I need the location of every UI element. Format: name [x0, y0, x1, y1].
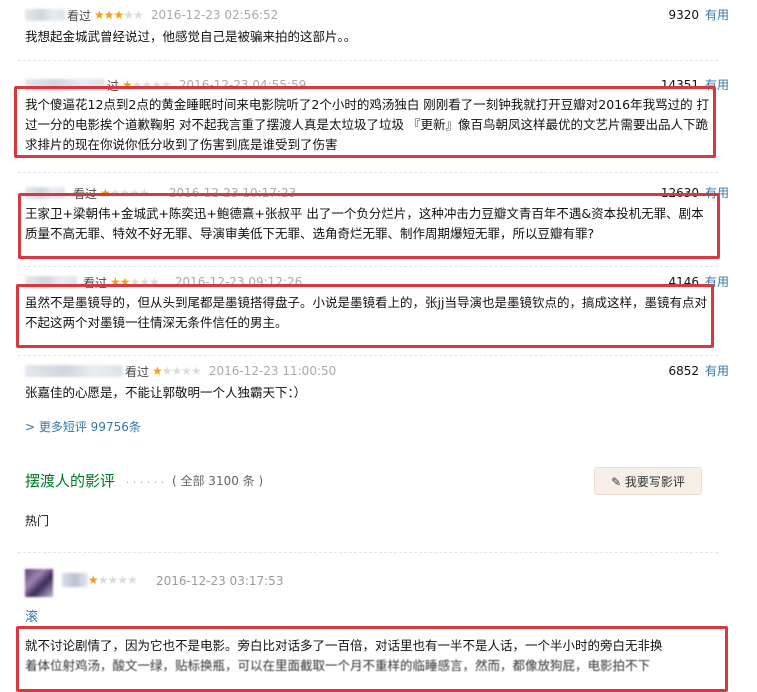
highlight-box: [18, 193, 720, 259]
hot-tab[interactable]: 热门: [25, 512, 49, 529]
comment-meta: 看过 ★★★★★ 2016-12-23 02:56:52: [25, 6, 278, 24]
review-time: 2016-12-23 03:17:53: [156, 574, 284, 588]
comment-meta: 看过 ★★★★★ 2016-12-23 11:00:50: [25, 362, 336, 380]
write-review-button[interactable]: ✎ 我要写影评: [594, 467, 702, 495]
vote-count: 9320: [668, 8, 699, 22]
vote-count: 6852: [668, 364, 699, 378]
highlight-box: [14, 86, 716, 158]
rating-stars: ★★★★★: [152, 364, 202, 378]
review-author[interactable]: [62, 573, 88, 587]
highlight-box: [16, 626, 728, 692]
divider: [18, 355, 718, 356]
comment-author[interactable]: [25, 365, 123, 377]
highlight-box: [16, 284, 714, 348]
avatar[interactable]: [25, 569, 53, 597]
all-reviews-link[interactable]: ( 全部 3100 条 ): [172, 472, 263, 489]
divider: [18, 552, 718, 553]
divider: [18, 60, 718, 61]
comment-text: 张嘉佳的心愿是，不能让郭敬明一个人独霸天下：）: [25, 385, 307, 400]
review-count: ( 全部 3100 条 ): [172, 474, 264, 488]
rating-stars: ★★★★★: [88, 573, 138, 587]
divider: [18, 266, 718, 267]
section-title-text: 摆渡人的影评: [25, 472, 116, 490]
more-comments-link[interactable]: > 更多短评 99756条: [25, 418, 141, 435]
comment-time: 2016-12-23 11:00:50: [208, 364, 337, 378]
rating-stars: ★★★★★: [94, 8, 144, 22]
watched-status: 看过: [125, 364, 150, 379]
reviews-section-title: 摆渡人的影评 · · · · · ·: [25, 470, 164, 491]
comment-time: 2016-12-23 02:56:52: [150, 8, 279, 22]
review-title[interactable]: 滚: [25, 606, 38, 625]
useful-button[interactable]: 有用: [705, 6, 729, 24]
section-dots: · · · · · ·: [125, 476, 165, 489]
watched-status: 看过: [67, 8, 92, 23]
comment-text: 我想起金城武曾经说过，他感觉自己是被骗来拍的这部片。。: [25, 29, 357, 44]
divider: [18, 172, 718, 173]
comment-author[interactable]: [25, 9, 65, 21]
useful-button[interactable]: 有用: [705, 362, 729, 380]
